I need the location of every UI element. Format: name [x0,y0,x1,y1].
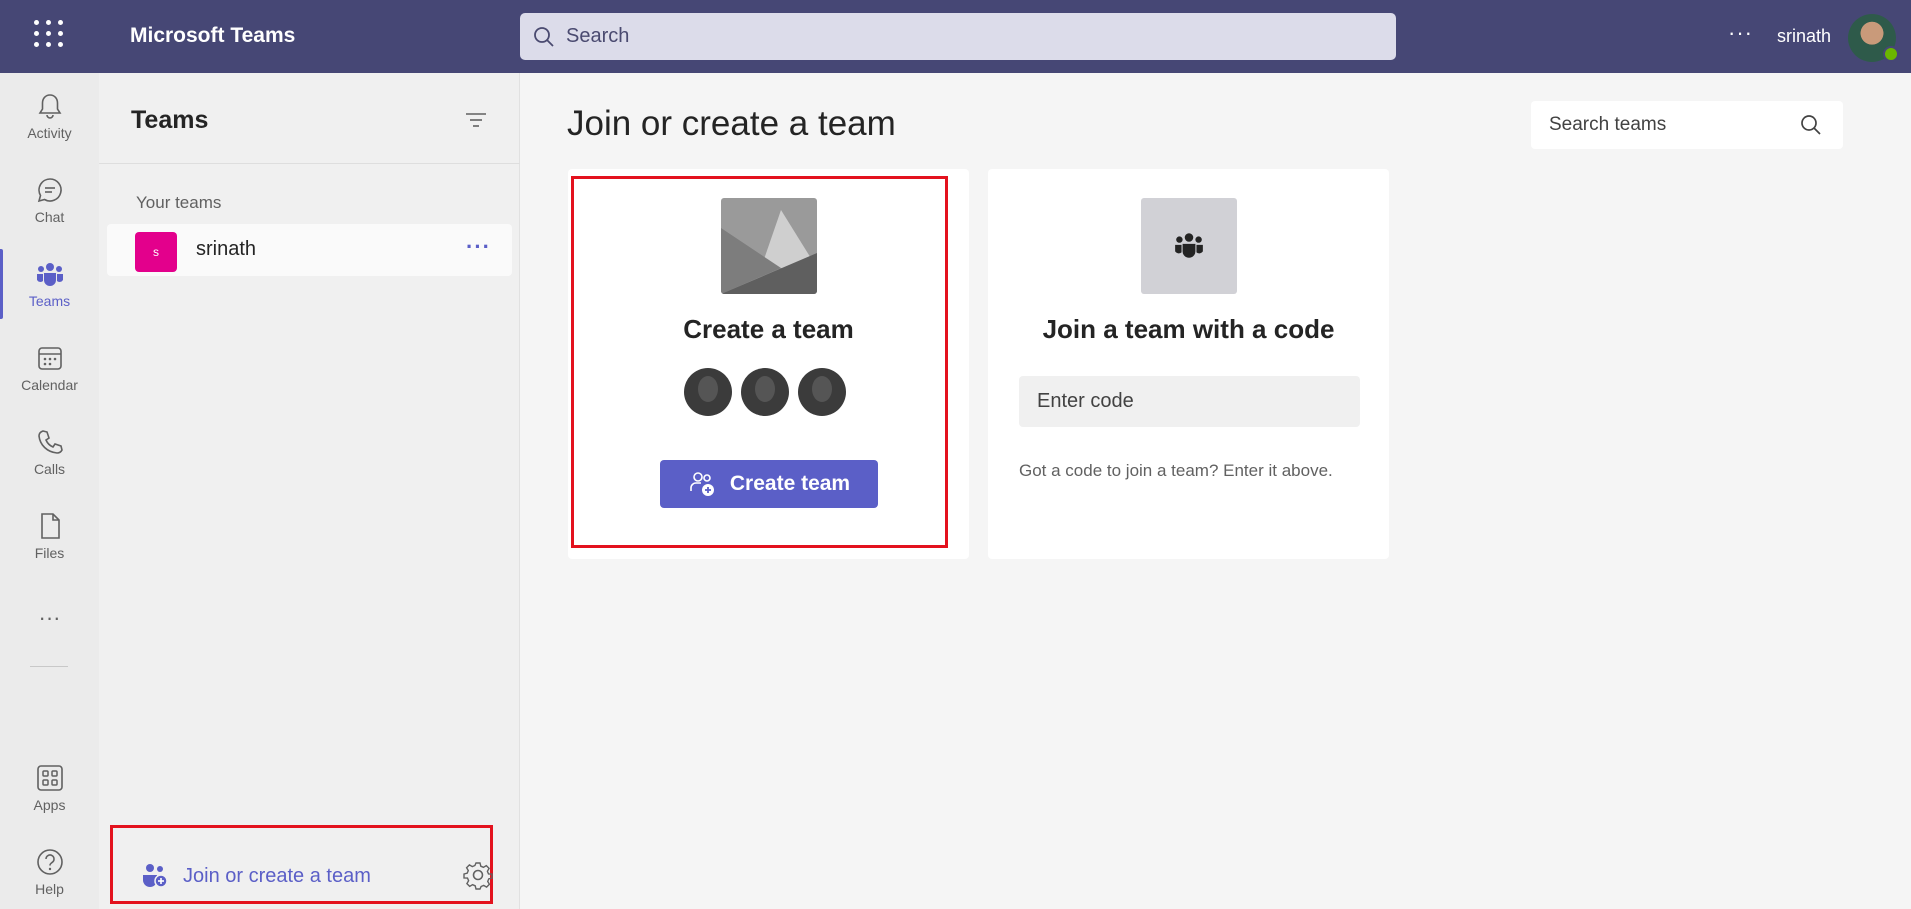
calendar-icon [37,347,62,370]
team-name: srinath [196,238,257,260]
section-label: Your teams [136,193,222,212]
top-bar: Microsoft Teams ··· srinath [0,0,1911,73]
rail-item-activity[interactable]: Activity [0,77,99,157]
page-title: Join or create a team [567,104,896,143]
search-input[interactable] [566,25,1366,48]
rail-item-apps[interactable]: Apps [0,749,99,829]
gear-icon[interactable] [463,860,493,890]
phone-icon [37,430,63,454]
highlight-box [571,176,948,548]
teams-icon [1175,233,1203,258]
add-people-icon [143,864,168,888]
global-search[interactable] [520,13,1396,60]
filter-icon[interactable] [463,107,489,133]
join-with-code-card: Join a team with a code Got a code to jo… [988,169,1389,559]
bell-icon [38,94,61,119]
apps-icon [36,765,63,791]
app-launcher-icon[interactable] [34,18,64,48]
chat-icon [37,178,62,203]
teams-icon [36,263,63,286]
rail-item-calls[interactable]: Calls [0,413,99,493]
team-avatar: s [135,232,177,272]
rail-label: Calls [33,461,66,477]
team-code-input[interactable] [1019,376,1360,427]
rail-label: Teams [28,293,71,309]
rail-label: Files [34,545,65,561]
more-apps-button[interactable]: ··· [0,605,99,631]
app-rail: Activity Chat Teams Calendar Calls Files… [0,73,99,909]
panel-title: Teams [131,106,209,134]
rail-item-files[interactable]: Files [0,497,99,577]
panel-divider [99,163,520,164]
rail-label: Activity [27,125,72,141]
app-title: Microsoft Teams [130,24,296,47]
join-team-image [1141,198,1237,294]
rail-item-help[interactable]: Help [0,833,99,909]
search-teams-input[interactable] [1549,114,1799,136]
rail-item-calendar[interactable]: Calendar [0,329,99,409]
presence-available-icon [1883,46,1899,62]
search-icon [1801,115,1821,135]
user-name[interactable]: srinath [1777,26,1831,47]
rail-item-teams[interactable]: Teams [0,245,99,325]
join-or-create-team-label: Join or create a team [183,865,371,887]
more-options-button[interactable]: ··· [1728,20,1753,46]
teams-panel: Teams Your teams s srinath ··· Join or c… [99,73,520,909]
file-icon [40,513,60,539]
rail-label: Apps [33,797,66,813]
user-avatar[interactable] [1848,14,1899,62]
search-teams-box[interactable] [1531,101,1843,149]
rail-divider [30,666,68,667]
search-icon [534,26,554,47]
rail-label: Chat [34,209,65,225]
rail-item-chat[interactable]: Chat [0,161,99,241]
rail-label: Help [35,881,64,897]
team-row[interactable]: s srinath ··· [107,224,512,276]
help-icon [36,849,63,875]
rail-label: Calendar [21,377,78,393]
join-team-title: Join a team with a code [1042,314,1335,344]
code-hint: Got a code to join a team? Enter it abov… [1019,461,1333,480]
team-more-options-button[interactable]: ··· [466,234,491,260]
join-or-create-team-link[interactable]: Join or create a team [110,825,493,904]
